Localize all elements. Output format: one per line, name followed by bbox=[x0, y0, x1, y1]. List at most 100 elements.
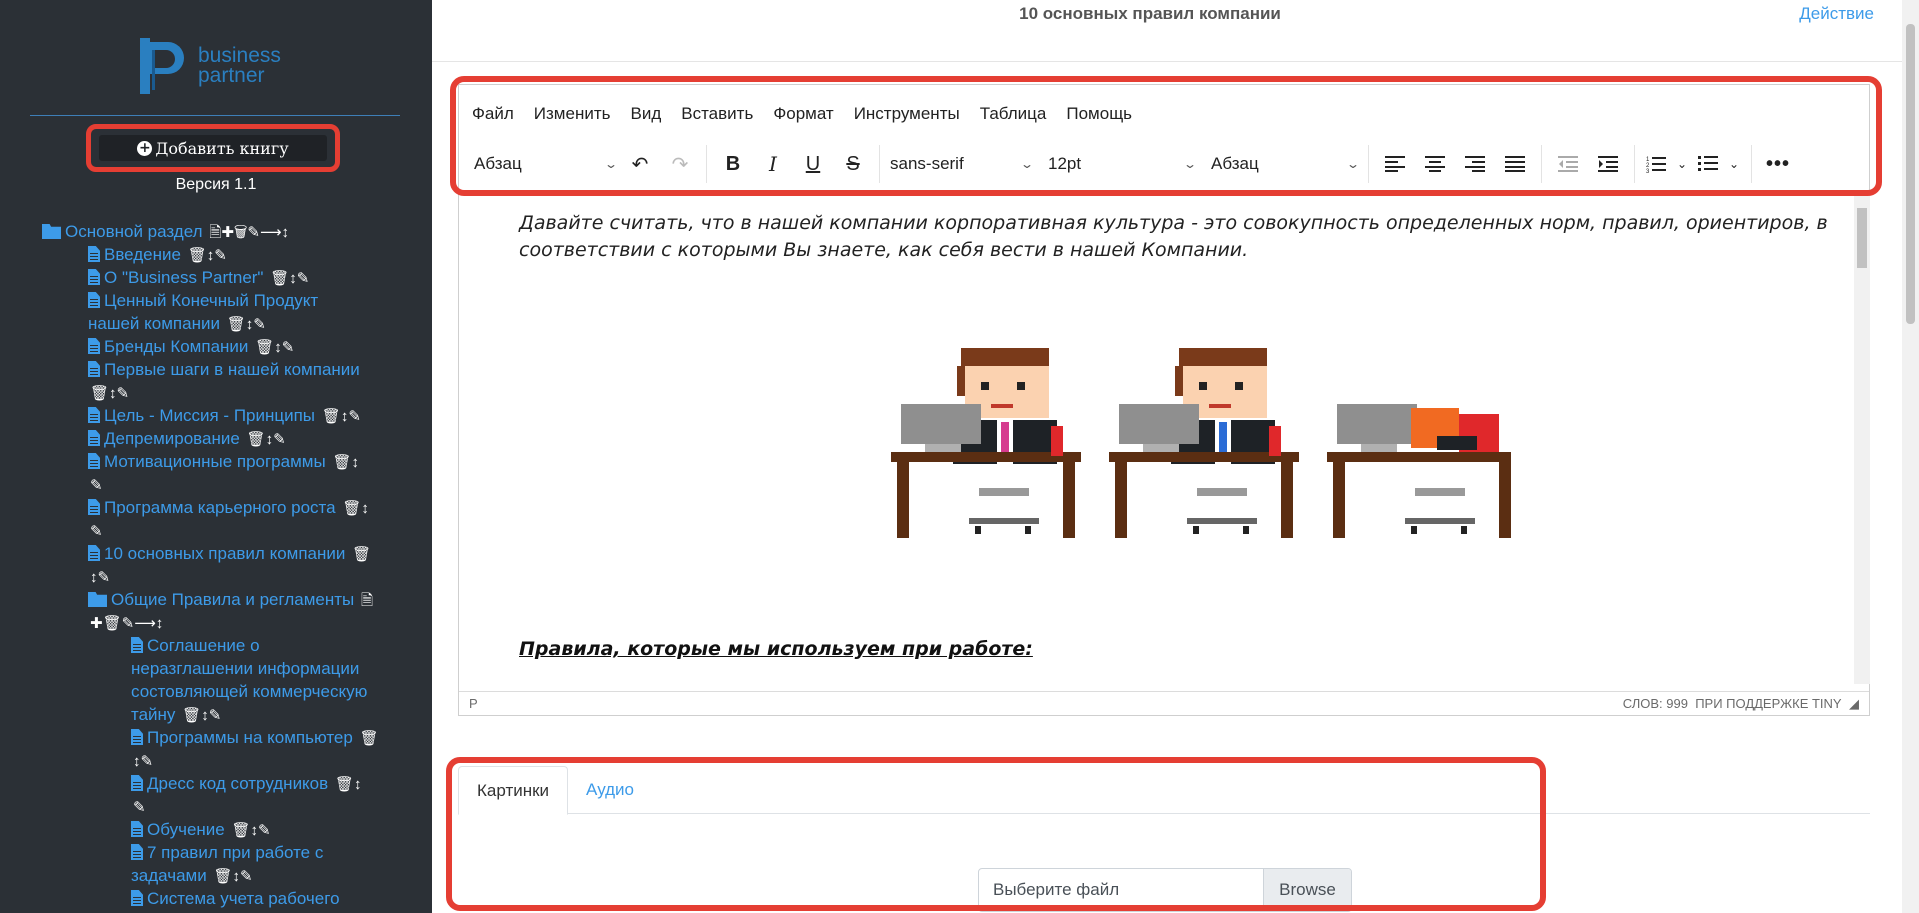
item-actions[interactable]: 🗑↕✎ bbox=[90, 385, 129, 402]
pencil-icon[interactable]: ✎ bbox=[348, 408, 361, 425]
tree-root-label[interactable]: Основной раздел bbox=[65, 222, 203, 241]
tree-subitem-label[interactable]: неразглашении информации bbox=[131, 659, 359, 678]
tree-item[interactable]: Мотивационные программы 🗑↕ bbox=[88, 450, 359, 474]
tree-item-label[interactable]: Программа карьерного роста bbox=[104, 498, 336, 517]
tree-subitem-label[interactable]: Соглашение о bbox=[147, 636, 260, 655]
move-vertical-icon[interactable]: ↕ bbox=[282, 224, 290, 241]
tree-item-label[interactable]: Введение bbox=[104, 245, 181, 264]
tree-item[interactable]: Ценный Конечный Продукт bbox=[88, 289, 318, 312]
pencil-icon[interactable]: ✎ bbox=[297, 270, 310, 287]
move-vertical-icon[interactable]: ↕ bbox=[266, 431, 274, 448]
tree-subitem-label[interactable]: Система учета рабочего bbox=[147, 889, 340, 908]
scrollbar-thumb[interactable] bbox=[1906, 24, 1915, 324]
item-actions[interactable]: 🗑↕✎ bbox=[322, 408, 361, 425]
tree-item[interactable]: Бренды Компании 🗑↕✎ bbox=[88, 335, 294, 359]
move-vertical-icon[interactable]: ↕ bbox=[274, 339, 282, 356]
add-icon[interactable]: ✚ bbox=[221, 224, 234, 241]
scrollbar-thumb[interactable] bbox=[1857, 208, 1867, 268]
editor-content[interactable]: Давайте считать, что в нашей компании ко… bbox=[459, 196, 1854, 684]
tree-subitem-label[interactable]: 7 правил при работе с bbox=[147, 843, 323, 862]
trash-icon[interactable]: 🗑 bbox=[255, 339, 274, 356]
tree-subitem-label[interactable]: Обучение bbox=[147, 820, 225, 839]
move-vertical-icon[interactable]: ↕ bbox=[156, 615, 164, 632]
tree-item-current[interactable]: 10 основных правил компании 🗑 bbox=[88, 542, 371, 566]
move-vertical-icon[interactable]: ↕ bbox=[233, 868, 241, 885]
tree-subitem-actions[interactable]: ↕✎ bbox=[131, 749, 153, 773]
file-icon[interactable]: 🗎 bbox=[361, 592, 373, 609]
tree-subfolder[interactable]: Общие Правила и регламенты 🗎 bbox=[88, 588, 373, 612]
item-actions[interactable]: 🗑↕ bbox=[342, 500, 369, 517]
tree-subitem-actions[interactable]: ✎ bbox=[131, 795, 146, 819]
trash-icon[interactable]: 🗑 bbox=[342, 500, 361, 517]
tree-item-label[interactable]: 10 основных правил компании bbox=[104, 544, 345, 563]
tree-item[interactable]: О "Business Partner" 🗑↕✎ bbox=[88, 266, 309, 290]
tree-subitem-label[interactable]: задачами bbox=[131, 866, 207, 885]
arrow-right-icon[interactable]: ⟶ bbox=[134, 615, 156, 632]
arrow-right-icon[interactable]: ⟶ bbox=[260, 224, 282, 241]
tree-subitem[interactable]: Система учета рабочего bbox=[131, 887, 340, 910]
move-vertical-icon[interactable]: ↕ bbox=[201, 707, 209, 724]
tree-item[interactable]: Цель - Миссия - Принципы 🗑↕✎ bbox=[88, 404, 361, 428]
item-actions[interactable]: 🗑↕✎ bbox=[182, 707, 221, 724]
tree-subitem-label[interactable]: тайну bbox=[131, 705, 175, 724]
pencil-icon[interactable]: ✎ bbox=[209, 707, 222, 724]
move-vertical-icon[interactable]: ↕ bbox=[251, 822, 259, 839]
tree-subfolder-label[interactable]: Общие Правила и регламенты bbox=[111, 590, 354, 609]
tree-subitem[interactable]: Дресс код сотрудников 🗑↕ bbox=[131, 772, 361, 796]
move-vertical-icon[interactable]: ↕ bbox=[289, 270, 297, 287]
tree-subitem-continued[interactable]: состовляющей коммерческую bbox=[131, 680, 367, 703]
tree-subitem-label[interactable]: Программы на компьютер bbox=[147, 728, 353, 747]
brand-logo[interactable]: business partner bbox=[138, 36, 298, 96]
tree-subitem[interactable]: Соглашение о bbox=[131, 634, 260, 657]
move-vertical-icon[interactable]: ↕ bbox=[354, 776, 362, 793]
tree-item-label[interactable]: Первые шаги в нашей компании bbox=[104, 360, 360, 379]
tree-item-actions-row[interactable]: 🗑↕✎ bbox=[88, 381, 129, 405]
item-actions[interactable]: 🗑↕✎ bbox=[255, 339, 294, 356]
trash-icon[interactable]: 🗑 bbox=[234, 224, 248, 241]
tree-item-actions-row[interactable]: ✎ bbox=[88, 473, 103, 497]
item-actions[interactable]: 🗑↕✎ bbox=[227, 316, 266, 333]
pencil-icon[interactable]: ✎ bbox=[247, 224, 260, 241]
pencil-icon[interactable]: ✎ bbox=[90, 523, 103, 540]
item-actions[interactable]: 🗑↕✎ bbox=[270, 270, 309, 287]
trash-icon[interactable]: 🗑 bbox=[103, 615, 122, 632]
tree-item-label[interactable]: О "Business Partner" bbox=[104, 268, 263, 287]
tree-item-label[interactable]: Цель - Миссия - Принципы bbox=[104, 406, 315, 425]
pencil-icon[interactable]: ✎ bbox=[258, 822, 271, 839]
trash-icon[interactable]: 🗑 bbox=[231, 822, 250, 839]
pencil-icon[interactable]: ✎ bbox=[273, 431, 286, 448]
tree-subitem[interactable]: 7 правил при работе с bbox=[131, 841, 323, 864]
add-book-button[interactable]: + Добавить книгу bbox=[99, 135, 327, 161]
trash-icon[interactable]: 🗑 bbox=[360, 730, 379, 747]
item-actions[interactable]: 🗑↕✎ bbox=[231, 822, 270, 839]
item-actions[interactable]: 🗑↕ bbox=[335, 776, 362, 793]
pencil-icon[interactable]: ✎ bbox=[133, 799, 146, 816]
pencil-icon[interactable]: ✎ bbox=[282, 339, 295, 356]
trash-icon[interactable]: 🗑 bbox=[227, 316, 246, 333]
move-vertical-icon[interactable]: ↕ bbox=[90, 569, 98, 586]
tree-subitem-continued[interactable]: задачами 🗑↕✎ bbox=[131, 864, 253, 888]
tree-subitem[interactable]: Обучение 🗑↕✎ bbox=[131, 818, 271, 842]
file-icon[interactable]: 🗎 bbox=[209, 224, 221, 241]
action-link[interactable]: Действие bbox=[1799, 4, 1874, 24]
pencil-icon[interactable]: ✎ bbox=[240, 868, 253, 885]
trash-icon[interactable]: 🗑 bbox=[322, 408, 341, 425]
tree-item-actions-row[interactable]: ✎ bbox=[88, 519, 103, 543]
tree-item-continued[interactable]: нашей компании 🗑↕✎ bbox=[88, 312, 266, 336]
tree-subitem-label[interactable]: состовляющей коммерческую bbox=[131, 682, 367, 701]
tree-item[interactable]: Депремирование 🗑↕✎ bbox=[88, 427, 286, 451]
trash-icon[interactable]: 🗑 bbox=[352, 546, 371, 563]
tree-item-label[interactable]: Депремирование bbox=[104, 429, 240, 448]
tree-subitem-label[interactable]: Дресс код сотрудников bbox=[147, 774, 328, 793]
tree-subitem-continued[interactable]: тайну 🗑↕✎ bbox=[131, 703, 221, 727]
pencil-icon[interactable]: ✎ bbox=[141, 753, 154, 770]
tree-item-label[interactable]: Бренды Компании bbox=[104, 337, 248, 356]
pencil-icon[interactable]: ✎ bbox=[122, 615, 135, 632]
trash-icon[interactable]: 🗑 bbox=[270, 270, 289, 287]
pencil-icon[interactable]: ✎ bbox=[117, 385, 130, 402]
trash-icon[interactable]: 🗑 bbox=[332, 454, 351, 471]
tree-item[interactable]: Введение 🗑↕✎ bbox=[88, 243, 227, 267]
item-actions[interactable]: 🗑↕✎ bbox=[247, 431, 286, 448]
pencil-icon[interactable]: ✎ bbox=[90, 477, 103, 494]
move-vertical-icon[interactable]: ↕ bbox=[361, 500, 369, 517]
